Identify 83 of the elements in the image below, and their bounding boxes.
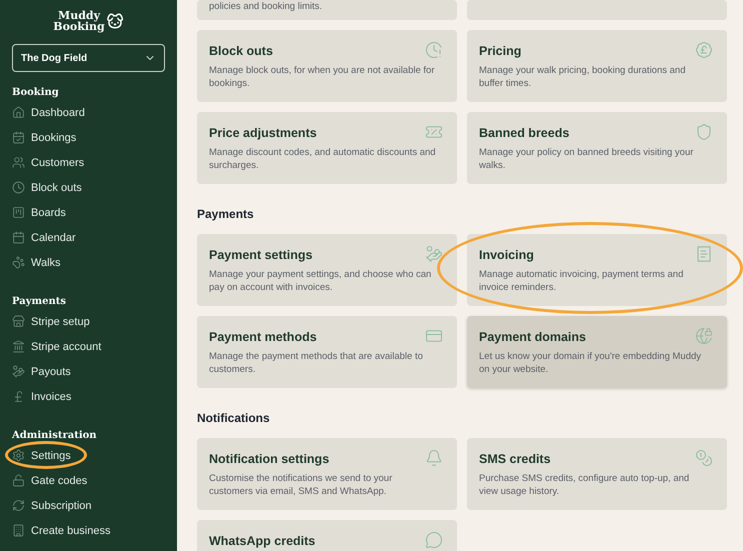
settings-card[interactable]: WhatsApp credits bbox=[197, 520, 457, 551]
hand-coins-icon bbox=[425, 245, 443, 263]
card-title: Notification settings bbox=[209, 451, 330, 467]
settings-card[interactable]: SMS credits Purchase SMS credits, configure auto top-up, and view usage history. bbox=[467, 438, 727, 510]
nav-item[interactable]: Boards bbox=[12, 200, 165, 225]
pound-icon bbox=[12, 390, 25, 403]
bank-icon bbox=[12, 340, 25, 353]
settings-card[interactable]: Invoicing Manage automatic invoicing, payment terms and invoice reminders. bbox=[467, 234, 727, 306]
nav-item[interactable]: Dashboard bbox=[12, 100, 165, 125]
nav-item[interactable]: Gate codes bbox=[12, 468, 165, 493]
clock-alert-icon bbox=[425, 41, 443, 59]
card-description: policies and booking limits. bbox=[209, 0, 324, 13]
card-description: Purchase SMS credits, configure auto top-up, and view usage history. bbox=[479, 472, 690, 498]
coins-icon bbox=[695, 449, 713, 467]
card-description: Manage your payment settings, and choose who can pay on account with invoices. bbox=[209, 268, 432, 294]
section-title: Payments bbox=[197, 206, 255, 222]
users-icon bbox=[12, 156, 25, 169]
credit-card-icon bbox=[425, 327, 443, 345]
nav-item[interactable]: Stripe setup bbox=[12, 309, 165, 334]
nav-item[interactable]: Stripe account bbox=[12, 334, 165, 359]
nav-item[interactable]: Customers bbox=[12, 150, 165, 175]
dog-icon bbox=[106, 12, 124, 30]
card-description: Manage block outs, for when you are not available for bookings. bbox=[209, 64, 436, 90]
globe-lock-icon bbox=[695, 327, 713, 345]
card-title: WhatsApp credits bbox=[209, 533, 316, 549]
settings-card[interactable]: Payment methods Manage the payment methods that are available to customers. bbox=[197, 316, 457, 388]
settings-card[interactable]: policies and booking limits. bbox=[197, 0, 457, 20]
card-description: Manage discount codes, and automatic discounts and surcharges. bbox=[209, 146, 437, 172]
card-title: Price adjustments bbox=[209, 125, 318, 141]
nav-item[interactable]: Subscription bbox=[12, 493, 165, 518]
house-icon bbox=[12, 106, 25, 119]
logo: Muddy Booking bbox=[53, 10, 105, 32]
shield-icon bbox=[695, 123, 713, 141]
calendar-icon bbox=[12, 231, 25, 244]
business-select[interactable]: The Dog Field bbox=[12, 44, 165, 72]
card-title: Payment settings bbox=[209, 247, 314, 263]
card-description: Manage your policy on banned breeds visiting your walks. bbox=[479, 146, 694, 172]
section-title: Notifications bbox=[197, 410, 271, 426]
nav-group-title: Administration bbox=[12, 429, 98, 443]
clock-icon bbox=[12, 181, 25, 194]
card-description: Manage automatic invoicing, payment terms and invoice reminders. bbox=[479, 268, 684, 294]
settings-icon bbox=[12, 449, 25, 462]
settings-card[interactable]: Price adjustments Manage discount codes, and automatic discounts and surcharges. bbox=[197, 112, 457, 184]
nav-item[interactable]: Payouts bbox=[12, 359, 165, 384]
card-title: Pricing bbox=[479, 43, 522, 59]
card-description: Let us know your domain if you're embedding Muddy on your website. bbox=[479, 350, 702, 376]
nav-item[interactable]: Calendar bbox=[12, 225, 165, 250]
nav-item[interactable]: Block outs bbox=[12, 175, 165, 200]
receipt-icon bbox=[695, 245, 713, 263]
card-title: Block outs bbox=[209, 43, 274, 59]
settings-card[interactable]: Pricing Manage your walk pricing, booking durations and buffer times. bbox=[467, 30, 727, 102]
paw-print-icon bbox=[12, 256, 25, 269]
nav-group-title: Booking bbox=[12, 86, 60, 100]
padlock-icon bbox=[12, 474, 25, 487]
card-description: Customise the notifications we send to your customers via email, SMS and WhatsApp. bbox=[209, 472, 394, 498]
nav-item[interactable]: Create business bbox=[12, 518, 165, 543]
calendar-check-icon bbox=[12, 131, 25, 144]
settings-card[interactable]: Block outs Manage block outs, for when you are not available for bookings. bbox=[197, 30, 457, 102]
card-title: Payment domains bbox=[479, 329, 587, 345]
card-title: Banned breeds bbox=[479, 125, 570, 141]
card-description: Manage your walk pricing, booking durations and buffer times. bbox=[479, 64, 686, 90]
building-icon bbox=[12, 524, 25, 537]
card-title: Invoicing bbox=[479, 247, 535, 263]
refresh-icon bbox=[12, 499, 25, 512]
board-icon bbox=[12, 206, 25, 219]
settings-card[interactable]: Payment domains Let us know your domain if you're embedding Muddy on your website. bbox=[467, 316, 727, 388]
card-description: Manage the payment methods that are available to customers. bbox=[209, 350, 424, 376]
nav-item[interactable]: Invoices bbox=[12, 384, 165, 409]
nav-item[interactable]: Settings bbox=[12, 443, 165, 468]
pound-badge-icon bbox=[695, 41, 713, 59]
chat-icon bbox=[425, 531, 443, 549]
store-icon bbox=[12, 315, 25, 328]
settings-card[interactable]: Payment settings Manage your payment settings, and choose who can pay on account with invoices. bbox=[197, 234, 457, 306]
card-title: SMS credits bbox=[479, 451, 552, 467]
hand-coins-icon bbox=[12, 365, 25, 378]
ticket-icon bbox=[425, 123, 443, 141]
settings-card[interactable]: Banned breeds Manage your policy on banned breeds visiting your walks. bbox=[467, 112, 727, 184]
card-title: Payment methods bbox=[209, 329, 318, 345]
nav-item[interactable]: Walks bbox=[12, 250, 165, 275]
nav-item[interactable]: Bookings bbox=[12, 125, 165, 150]
nav-group-title: Payments bbox=[12, 295, 68, 309]
bell-icon bbox=[425, 449, 443, 467]
settings-card[interactable]: Notification settings Customise the notifications we send to your customers via email, SMS and WhatsApp. bbox=[197, 438, 457, 510]
